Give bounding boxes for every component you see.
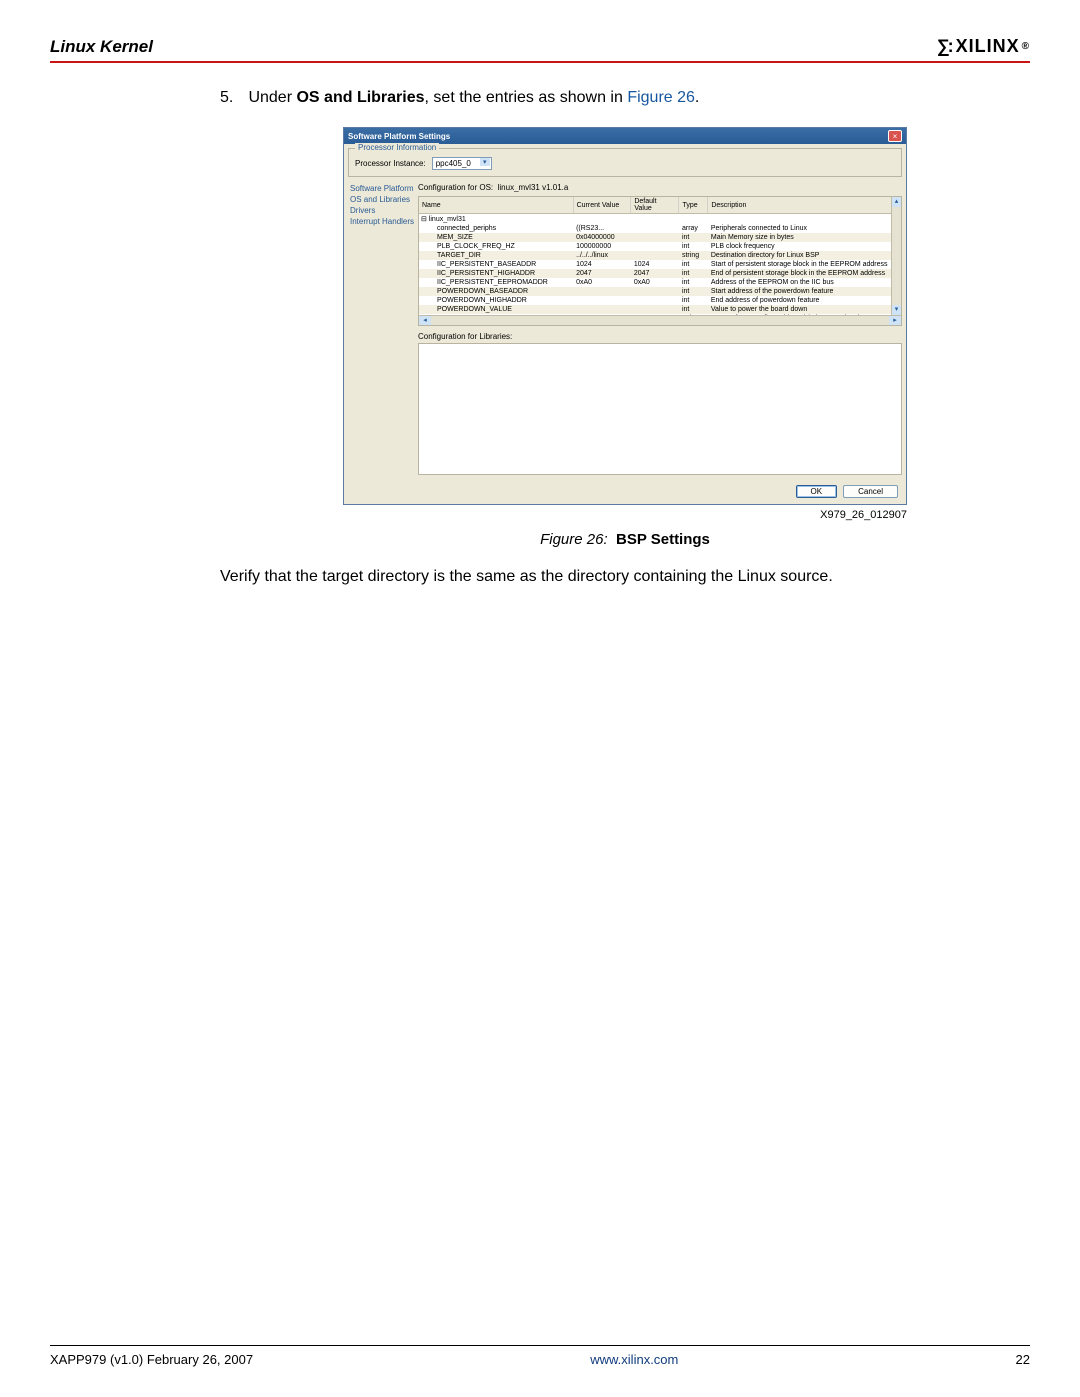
close-icon[interactable]: × — [888, 130, 902, 142]
sidebar-item-interrupt-handlers[interactable]: Interrupt Handlers — [348, 216, 418, 227]
page-header: Linux Kernel ∑: XILINX ® — [50, 36, 1030, 63]
figure-caption-bold: BSP Settings — [616, 531, 710, 548]
col-description: Description — [708, 197, 901, 214]
processor-info-label: Processor Information — [355, 143, 439, 152]
table-row[interactable]: connected_periphs((RS23...arrayPeriphera… — [419, 224, 901, 233]
step-number: 5. — [220, 89, 244, 107]
scroll-left-icon[interactable]: ◂ — [419, 316, 431, 325]
table-row[interactable]: MEM_SIZE0x04000000intMain Memory size in… — [419, 233, 901, 242]
cfg-os-label: Configuration for OS: — [418, 183, 493, 192]
scroll-down-icon[interactable]: ▾ — [892, 305, 901, 315]
sidebar-item-software-platform[interactable]: Software Platform — [348, 183, 418, 194]
libraries-box — [418, 343, 902, 475]
col-current-value: Current Value — [573, 197, 631, 214]
logo-reg: ® — [1022, 41, 1030, 52]
figure-id: X979_26_012907 — [343, 509, 907, 521]
dialog-buttons: OK Cancel — [344, 479, 906, 504]
settings-dialog: Software Platform Settings × Processor I… — [343, 127, 907, 505]
instruction-step: 5. Under OS and Libraries, set the entri… — [220, 89, 1030, 107]
cancel-button[interactable]: Cancel — [843, 485, 898, 498]
cfg-libraries-label: Configuration for Libraries: — [418, 332, 902, 341]
section-title: Linux Kernel — [50, 37, 153, 57]
logo-mark-icon: ∑: — [937, 36, 952, 57]
table-row[interactable]: POWERDOWN_BASEADDRintStart address of th… — [419, 287, 901, 296]
table-row[interactable]: POWERDOWN_HIGHADDRintEnd address of powe… — [419, 296, 901, 305]
table-row[interactable]: POWERDOWN_VALUEintValue to power the boa… — [419, 305, 901, 314]
table-row[interactable]: TARGET_DIR../../../linuxstringDestinatio… — [419, 251, 901, 260]
os-config-table: Name Current Value Default Value Type De… — [418, 196, 902, 326]
processor-instance-combo[interactable]: ppc405_0 — [432, 157, 492, 170]
logo-text: XILINX — [956, 36, 1020, 57]
cfg-os-line: Configuration for OS: linux_mvl31 v1.01.… — [418, 183, 902, 192]
col-name: Name — [419, 197, 573, 214]
col-type: Type — [679, 197, 708, 214]
xilinx-logo: ∑: XILINX ® — [937, 36, 1030, 57]
vertical-scrollbar[interactable]: ▴▾ — [891, 197, 901, 315]
figure-link[interactable]: Figure 26 — [627, 89, 695, 106]
sidebar-item-drivers[interactable]: Drivers — [348, 205, 418, 216]
step-text-b: , set the entries as shown in — [425, 89, 628, 106]
page-footer: XAPP979 (v1.0) February 26, 2007 www.xil… — [50, 1345, 1030, 1367]
footer-doc-id: XAPP979 (v1.0) February 26, 2007 — [50, 1352, 253, 1367]
horizontal-scrollbar[interactable]: ◂▸ — [419, 315, 901, 325]
figure-caption: Figure 26: BSP Settings — [220, 531, 1030, 548]
tree-root-label: linux_mvl31 — [429, 216, 466, 223]
settings-sidebar: Software Platform OS and Libraries Drive… — [348, 181, 418, 475]
scroll-up-icon[interactable]: ▴ — [892, 197, 901, 207]
tree-collapse-icon[interactable]: ⊟ — [421, 216, 429, 223]
step-bold: OS and Libraries — [296, 89, 424, 106]
sidebar-item-os-libraries[interactable]: OS and Libraries — [348, 194, 418, 205]
table-row[interactable]: IIC_PERSISTENT_HIGHADDR20472047intEnd of… — [419, 269, 901, 278]
table-row[interactable]: PLB_CLOCK_FREQ_HZ100000000intPLB clock f… — [419, 242, 901, 251]
cfg-os-value: linux_mvl31 v1.01.a — [498, 183, 569, 192]
step-period: . — [695, 89, 699, 106]
table-row[interactable]: IIC_PERSISTENT_BASEADDR10241024intStart … — [419, 260, 901, 269]
dialog-titlebar: Software Platform Settings × — [344, 128, 906, 144]
footer-url[interactable]: www.xilinx.com — [590, 1352, 678, 1367]
col-default-value: Default Value — [631, 197, 679, 214]
footer-page-number: 22 — [1016, 1352, 1030, 1367]
processor-info-group: Processor Information Processor Instance… — [348, 148, 902, 177]
table-header-row: Name Current Value Default Value Type De… — [419, 197, 901, 214]
figure-caption-prefix: Figure 26: — [540, 531, 608, 548]
verify-text: Verify that the target directory is the … — [220, 568, 1030, 586]
step-text-a: Under — [248, 89, 296, 106]
scroll-right-icon[interactable]: ▸ — [889, 316, 901, 325]
ok-button[interactable]: OK — [796, 485, 838, 498]
dialog-title: Software Platform Settings — [348, 132, 450, 141]
table-row[interactable]: IIC_PERSISTENT_EEPROMADDR0xA00xA0intAddr… — [419, 278, 901, 287]
tree-root-row[interactable]: ⊟ linux_mvl31 — [419, 214, 901, 225]
processor-instance-label: Processor Instance: — [355, 159, 426, 168]
